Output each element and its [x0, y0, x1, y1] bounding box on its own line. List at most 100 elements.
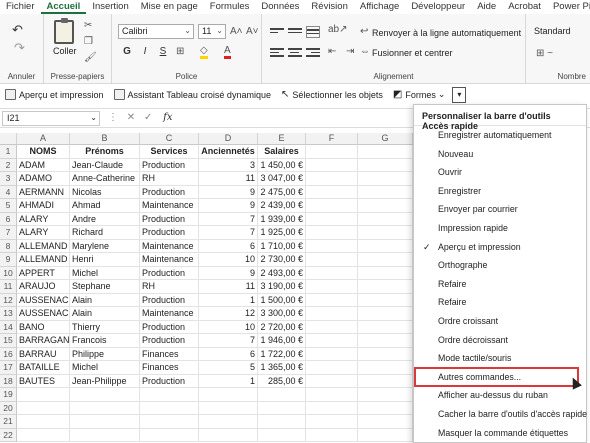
table-cell[interactable]: 2 475,00 € — [258, 185, 306, 199]
row-header[interactable]: 13 — [0, 307, 17, 321]
table-header-cell[interactable]: Anciennetés — [199, 145, 258, 159]
empty-cell[interactable] — [199, 415, 258, 429]
insert-function-button[interactable]: fx — [163, 112, 172, 123]
empty-cell[interactable] — [306, 374, 358, 388]
table-cell[interactable]: Michel — [70, 266, 140, 280]
table-cell[interactable]: AUSSENAC — [17, 307, 70, 321]
qat-preview-print-button[interactable]: Aperçu et impression — [0, 89, 109, 100]
empty-cell[interactable] — [358, 280, 413, 294]
table-cell[interactable]: BARRAU — [17, 347, 70, 361]
table-cell[interactable]: Nicolas — [70, 185, 140, 199]
empty-cell[interactable] — [70, 388, 140, 402]
table-cell[interactable]: Thierry — [70, 320, 140, 334]
empty-cell[interactable] — [17, 428, 70, 442]
empty-cell[interactable] — [306, 185, 358, 199]
table-cell[interactable]: Anne-Catherine — [70, 172, 140, 186]
empty-cell[interactable] — [306, 226, 358, 240]
increase-font-icon[interactable]: A˄ — [230, 26, 243, 37]
row-header[interactable]: 2 — [0, 158, 17, 172]
table-cell[interactable]: ALARY — [17, 212, 70, 226]
column-header[interactable]: B — [70, 133, 140, 145]
empty-cell[interactable] — [306, 307, 358, 321]
empty-cell[interactable] — [199, 388, 258, 402]
empty-cell[interactable] — [358, 158, 413, 172]
cut-icon[interactable]: ✂ — [84, 20, 92, 31]
tab-accueil[interactable]: Accueil — [40, 0, 87, 14]
row-header[interactable]: 16 — [0, 347, 17, 361]
empty-cell[interactable] — [306, 415, 358, 429]
table-cell[interactable]: Production — [140, 320, 199, 334]
empty-cell[interactable] — [358, 320, 413, 334]
align-right-icon[interactable] — [306, 46, 320, 58]
table-cell[interactable]: 2 439,00 € — [258, 199, 306, 213]
row-header[interactable]: 12 — [0, 293, 17, 307]
table-cell[interactable]: Finances — [140, 347, 199, 361]
table-cell[interactable]: Production — [140, 266, 199, 280]
table-cell[interactable]: Production — [140, 185, 199, 199]
table-cell[interactable]: 1 450,00 € — [258, 158, 306, 172]
align-center-icon[interactable] — [288, 46, 302, 58]
table-cell[interactable]: Michel — [70, 361, 140, 375]
empty-cell[interactable] — [306, 239, 358, 253]
table-cell[interactable]: 1 — [199, 374, 258, 388]
row-header[interactable]: 19 — [0, 388, 17, 402]
row-header[interactable]: 17 — [0, 361, 17, 375]
tab-affichage[interactable]: Affichage — [354, 0, 405, 14]
table-cell[interactable]: ADAM — [17, 158, 70, 172]
empty-cell[interactable] — [140, 388, 199, 402]
menu-item[interactable]: Ouvrir — [414, 163, 586, 182]
table-cell[interactable]: Production — [140, 374, 199, 388]
table-cell[interactable]: Richard — [70, 226, 140, 240]
menu-item[interactable]: Mode tactile/souris — [414, 349, 586, 368]
table-cell[interactable]: 1 722,00 € — [258, 347, 306, 361]
empty-cell[interactable] — [70, 401, 140, 415]
empty-cell[interactable] — [358, 347, 413, 361]
table-cell[interactable]: RH — [140, 280, 199, 294]
empty-cell[interactable] — [358, 172, 413, 186]
table-cell[interactable]: ALARY — [17, 226, 70, 240]
empty-cell[interactable] — [306, 145, 358, 159]
paste-icon[interactable] — [54, 18, 74, 44]
table-cell[interactable]: 12 — [199, 307, 258, 321]
empty-cell[interactable] — [258, 428, 306, 442]
table-cell[interactable]: Philippe — [70, 347, 140, 361]
table-header-cell[interactable]: Services — [140, 145, 199, 159]
row-header[interactable]: 5 — [0, 199, 17, 213]
table-cell[interactable]: 9 — [199, 199, 258, 213]
menu-item[interactable]: Afficher au-dessus du ruban — [414, 386, 586, 405]
cancel-icon[interactable]: ✕ — [127, 112, 135, 123]
empty-cell[interactable] — [17, 401, 70, 415]
empty-cell[interactable] — [306, 320, 358, 334]
select-all-corner[interactable] — [0, 133, 17, 145]
table-cell[interactable]: Marylene — [70, 239, 140, 253]
menu-item[interactable]: Envoyer par courrier — [414, 200, 586, 219]
table-cell[interactable]: 7 — [199, 212, 258, 226]
table-cell[interactable]: 1 710,00 € — [258, 239, 306, 253]
table-cell[interactable]: Finances — [140, 361, 199, 375]
empty-cell[interactable] — [306, 388, 358, 402]
table-cell[interactable]: 10 — [199, 253, 258, 267]
qat-pivot-wizard-button[interactable]: Assistant Tableau croisé dynamique — [109, 89, 276, 100]
empty-cell[interactable] — [70, 415, 140, 429]
table-header-cell[interactable]: Salaires — [258, 145, 306, 159]
merge-center-button[interactable]: Fusionner et centrer — [372, 48, 453, 58]
menu-item[interactable]: Masquer la commande étiquettes — [414, 424, 586, 443]
empty-cell[interactable] — [358, 226, 413, 240]
table-cell[interactable]: Production — [140, 293, 199, 307]
menu-item[interactable]: Nouveau — [414, 145, 586, 164]
borders-icon[interactable]: ⊞ — [176, 46, 184, 57]
tab-insertion[interactable]: Insertion — [86, 0, 134, 14]
empty-cell[interactable] — [306, 428, 358, 442]
table-cell[interactable]: Jean-Philippe — [70, 374, 140, 388]
empty-cell[interactable] — [306, 158, 358, 172]
column-header[interactable]: D — [199, 133, 258, 145]
table-cell[interactable]: Production — [140, 212, 199, 226]
table-cell[interactable]: RH — [140, 172, 199, 186]
empty-cell[interactable] — [358, 307, 413, 321]
tab-fichier[interactable]: Fichier — [0, 0, 41, 14]
tab-donnees[interactable]: Données — [255, 0, 305, 14]
tab-aide[interactable]: Aide — [471, 0, 502, 14]
table-cell[interactable]: 7 — [199, 226, 258, 240]
row-header[interactable]: 4 — [0, 185, 17, 199]
table-cell[interactable]: BARRAGAN — [17, 334, 70, 348]
